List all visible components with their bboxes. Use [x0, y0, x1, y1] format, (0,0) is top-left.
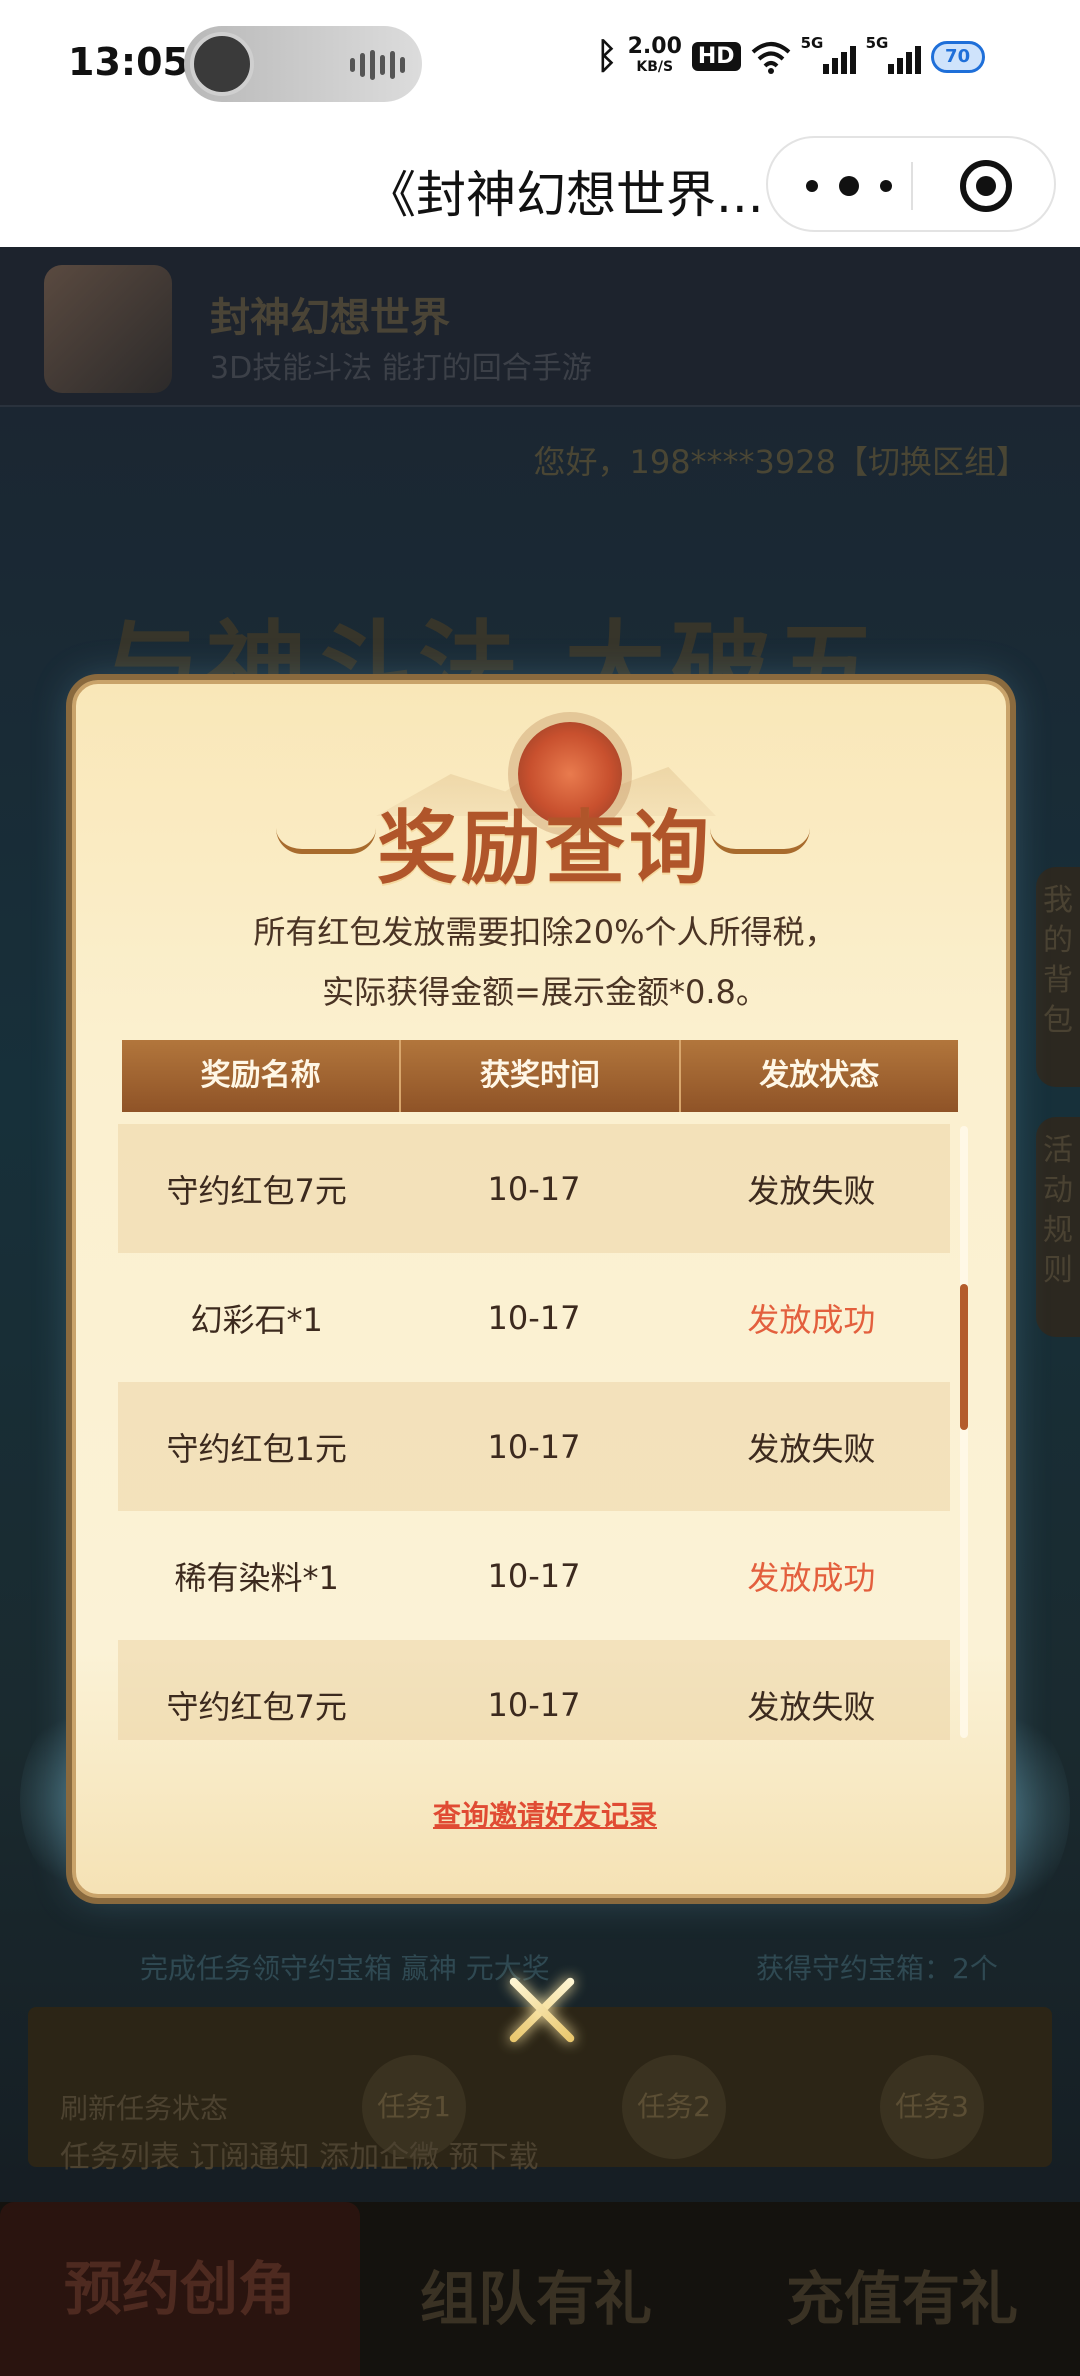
table-row: 守约红包7元 10-17 发放失败 [118, 1640, 950, 1740]
status-text: 发放失败 [747, 1687, 876, 1726]
reward-name: 幻彩石*1 [190, 1300, 323, 1339]
status-text: 发放失败 [747, 1171, 876, 1210]
reward-table-header: 奖励名称 获奖时间 发放状态 [122, 1040, 958, 1112]
wifi-icon [751, 41, 790, 74]
user-greeting[interactable]: 您好，198****3928【切换区组】 [533, 437, 1028, 483]
signal-icon-2: 5G [866, 34, 921, 74]
game-header: 封神幻想世界 3D技能斗法 能打的回合手游 [0, 247, 1080, 407]
media-pill[interactable] [184, 26, 422, 102]
table-row: 守约红包7元 10-17 发放失败 [118, 1124, 950, 1253]
media-avatar [190, 32, 254, 96]
status-icons: ᛒ 2.00 KB/S HD 5G 5G 70 [596, 33, 985, 77]
tax-note: 所有红包发放需要扣除20%个人所得税， 实际获得金额=展示金额*0.8。 [253, 913, 837, 1011]
table-scrollbar-thumb[interactable] [960, 1284, 968, 1430]
miniprogram-capsule [766, 136, 1056, 232]
status-time: 13:05 [68, 40, 189, 84]
reward-name: 稀有染料*1 [174, 1558, 339, 1597]
page-title: 《封神幻想世界... [366, 166, 764, 224]
award-time: 10-17 [487, 1685, 581, 1724]
table-row: 稀有染料*1 10-17 发放成功 [118, 1511, 950, 1640]
reward-query-modal: 奖励查询 所有红包发放需要扣除20%个人所得税， 实际获得金额=展示金额*0.8… [72, 680, 1010, 1898]
side-tab-backpack[interactable]: 我的背包 [1036, 867, 1080, 1087]
signal-icon-1: 5G [801, 34, 856, 74]
close-miniprogram-icon[interactable] [960, 160, 1012, 212]
modal-title: 奖励查询 [377, 802, 713, 895]
hd-badge: HD [691, 42, 741, 71]
bottom-tab-bar: 预约创角 组队有礼 充值有礼 [0, 2202, 1080, 2376]
column-reward-name: 奖励名称 [122, 1040, 402, 1112]
reward-name: 守约红包7元 [166, 1687, 347, 1726]
close-modal-icon[interactable] [494, 1962, 590, 2058]
battery-icon: 70 [930, 40, 985, 73]
status-text: 发放成功 [747, 1300, 876, 1339]
game-logo [44, 265, 172, 393]
award-time: 10-17 [487, 1427, 581, 1466]
table-scrollbar-track[interactable] [960, 1126, 968, 1738]
refresh-task-status[interactable]: 刷新任务状态 [60, 2087, 228, 2127]
task-description: 完成任务领守约宝箱 赢神 元大奖 [140, 1952, 550, 1985]
more-icon[interactable] [806, 166, 892, 206]
status-text: 发放成功 [747, 1558, 876, 1597]
invite-record-link[interactable]: 查询邀请好友记录 [76, 1794, 1014, 1834]
award-time: 10-17 [487, 1556, 581, 1595]
net-speed: 2.00 KB/S [627, 33, 682, 75]
task-2[interactable]: 任务2 [622, 2055, 726, 2159]
tab-team-gift[interactable]: 组队有礼 [420, 2252, 652, 2336]
column-status: 发放状态 [759, 1058, 880, 1093]
side-tab-rules[interactable]: 活动规则 [1036, 1117, 1080, 1337]
capsule-divider [911, 162, 913, 210]
table-row: 守约红包1元 10-17 发放失败 [118, 1382, 950, 1511]
reward-name: 守约红包7元 [166, 1171, 347, 1210]
task-3[interactable]: 任务3 [880, 2055, 984, 2159]
award-time: 10-17 [487, 1169, 581, 1208]
column-award-time: 获奖时间 [401, 1040, 681, 1112]
reward-table-body[interactable]: 守约红包7元 10-17 发放失败 幻彩石*1 10-17 发放成功 守约红包1… [118, 1124, 950, 1740]
table-row: 幻彩石*1 10-17 发放成功 [118, 1253, 950, 1382]
game-slogan: 3D技能斗法 能打的回合手游 [210, 351, 592, 386]
award-time: 10-17 [487, 1298, 581, 1337]
tab-recharge-gift[interactable]: 充值有礼 [786, 2252, 1018, 2336]
reward-name: 守约红包1元 [166, 1429, 347, 1468]
bluetooth-icon: ᛒ [596, 36, 618, 77]
status-bar: 13:05 ᛒ 2.00 KB/S HD 5G 5G 70 [0, 0, 1080, 125]
task-tabs[interactable]: 任务列表 订阅通知 添加企微 预下载 [60, 2132, 539, 2176]
status-text: 发放失败 [747, 1429, 876, 1468]
tab-create-role[interactable]: 预约创角 [0, 2202, 360, 2376]
audio-wave-icon [350, 50, 405, 80]
game-name: 封神幻想世界 [210, 295, 450, 341]
chest-count: 获得守约宝箱：2个 [756, 1952, 998, 1985]
